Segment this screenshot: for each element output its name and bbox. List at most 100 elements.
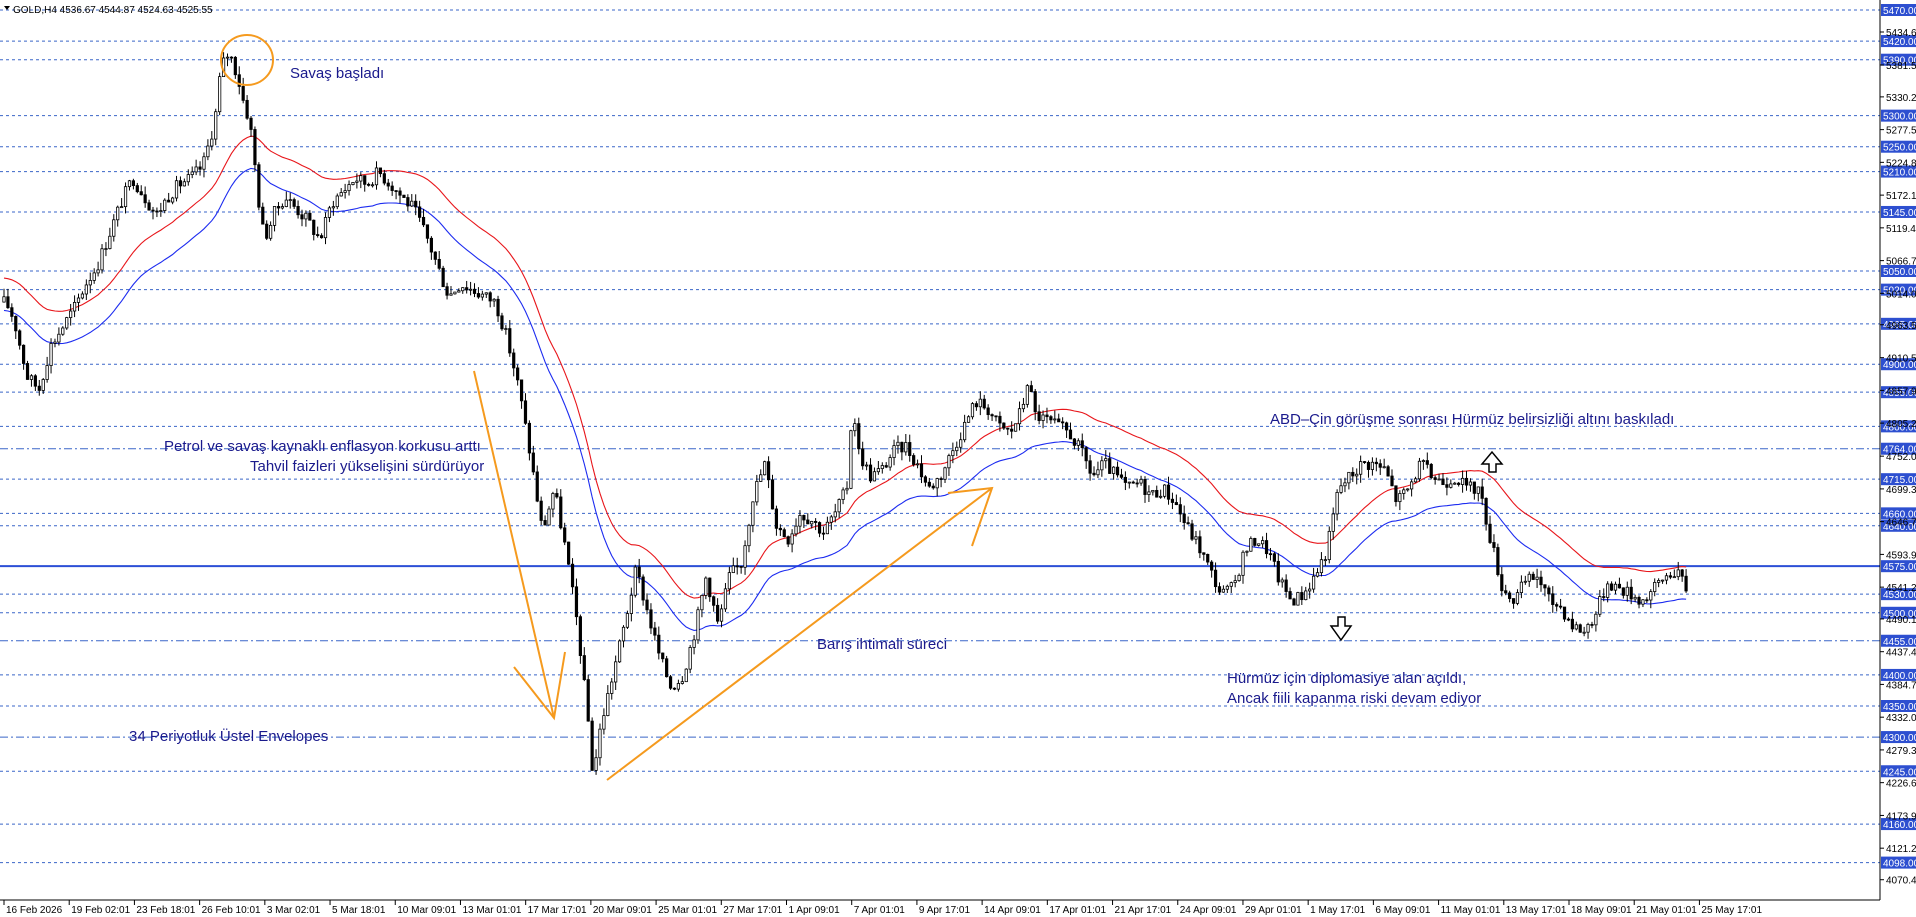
candle-body bbox=[1261, 540, 1265, 545]
time-tick-label: 21 May 01:01 bbox=[1636, 905, 1697, 916]
candle-body bbox=[1296, 592, 1300, 606]
candle-body bbox=[135, 185, 139, 193]
candle-body bbox=[998, 415, 1002, 424]
candle-body bbox=[225, 56, 230, 59]
candle-body bbox=[108, 235, 112, 249]
candle-body bbox=[492, 298, 496, 302]
candle-body bbox=[610, 681, 614, 694]
candle-body bbox=[1374, 461, 1378, 465]
candle-body bbox=[563, 527, 567, 543]
annotation-envelopes: 34 Periyotluk Üstel Envelopes bbox=[129, 727, 328, 745]
candle-body bbox=[468, 288, 473, 291]
candle-body bbox=[147, 202, 151, 211]
candle-body bbox=[1617, 583, 1622, 589]
candle-body bbox=[735, 565, 739, 568]
candle-body bbox=[641, 576, 645, 601]
candle-body bbox=[574, 586, 579, 618]
candle-body bbox=[343, 190, 347, 193]
time-tick-label: 13 May 17:01 bbox=[1506, 905, 1567, 916]
candle-body bbox=[437, 258, 441, 269]
candle-body bbox=[567, 541, 571, 565]
candle-body bbox=[1676, 569, 1680, 578]
candle-body bbox=[661, 652, 665, 660]
price-tick-label: 5172.10 bbox=[1886, 191, 1916, 202]
candle-body bbox=[1641, 599, 1645, 605]
candle-body bbox=[167, 199, 171, 203]
time-tick-label: 23 Feb 18:01 bbox=[136, 905, 195, 916]
candle-body bbox=[1343, 482, 1347, 487]
candle-body bbox=[519, 379, 524, 402]
candle-body bbox=[872, 471, 877, 482]
candle-body bbox=[257, 164, 261, 208]
candle-body bbox=[1547, 587, 1551, 595]
candle-body bbox=[1174, 502, 1178, 506]
candle-body bbox=[241, 86, 245, 101]
candle-body bbox=[892, 445, 896, 459]
candle-body bbox=[210, 138, 214, 147]
candle-body bbox=[935, 478, 939, 489]
price-tick-label: 4226.65 bbox=[1886, 779, 1916, 790]
price-tick-label: 4646.70 bbox=[1886, 518, 1916, 529]
candle-body bbox=[959, 439, 963, 448]
candle-body bbox=[190, 171, 194, 176]
candle-body bbox=[1586, 624, 1590, 633]
candle-body bbox=[292, 199, 296, 207]
candle-body bbox=[755, 481, 759, 503]
candle-body bbox=[582, 655, 586, 680]
candle-body bbox=[1025, 385, 1029, 405]
candle-body bbox=[1006, 427, 1010, 430]
candle-body bbox=[112, 219, 116, 237]
candle-body bbox=[790, 533, 794, 545]
candle-body bbox=[1602, 596, 1606, 598]
candle-body bbox=[69, 310, 73, 318]
candle-body bbox=[1288, 591, 1292, 600]
candle-body bbox=[774, 508, 779, 529]
candle-body bbox=[194, 166, 198, 173]
time-tick-label: 14 Apr 09:01 bbox=[984, 905, 1041, 916]
candle-body bbox=[1186, 522, 1190, 525]
candle-body bbox=[1370, 461, 1375, 470]
candle-body bbox=[543, 520, 547, 526]
candle-body bbox=[1272, 553, 1276, 562]
candle-body bbox=[453, 291, 457, 295]
candle-body bbox=[633, 566, 637, 596]
candle-body bbox=[500, 315, 504, 330]
candle-body bbox=[1304, 590, 1308, 601]
candle-body bbox=[896, 441, 900, 447]
candle-body bbox=[1264, 540, 1269, 555]
candle-body bbox=[6, 296, 10, 309]
candle-body bbox=[833, 511, 837, 518]
candle-body bbox=[1362, 461, 1367, 463]
candle-body bbox=[382, 173, 386, 184]
candle-body bbox=[163, 199, 167, 211]
candle-body bbox=[559, 496, 563, 529]
candle-body bbox=[1049, 416, 1053, 421]
candle-body bbox=[1402, 489, 1406, 494]
candle-body bbox=[1668, 575, 1672, 578]
candle-body bbox=[312, 219, 316, 235]
candle-body bbox=[1104, 458, 1108, 462]
candle-body bbox=[449, 293, 453, 296]
price-tick-label: 5119.45 bbox=[1886, 224, 1916, 235]
candle-body bbox=[1351, 471, 1355, 477]
price-tick-label: 4857.90 bbox=[1886, 386, 1916, 397]
candle-body bbox=[857, 423, 861, 450]
candle-body bbox=[1159, 495, 1163, 498]
candle-body bbox=[770, 479, 775, 510]
candle-body bbox=[504, 328, 508, 330]
candle-body bbox=[1108, 458, 1112, 474]
candle-body bbox=[1276, 560, 1280, 583]
candle-body bbox=[665, 658, 669, 678]
candle-body bbox=[296, 205, 300, 216]
candle-body bbox=[1112, 466, 1116, 474]
candle-body bbox=[570, 563, 575, 588]
level-label: 4455.00 bbox=[1883, 637, 1916, 648]
candle-body bbox=[637, 566, 641, 578]
candle-body bbox=[1017, 408, 1022, 425]
time-tick-label: 29 Apr 01:01 bbox=[1245, 905, 1302, 916]
candle-body bbox=[908, 442, 912, 456]
candle-body bbox=[704, 577, 708, 596]
price-tick-label: 5224.85 bbox=[1886, 158, 1916, 169]
candle-body bbox=[551, 493, 555, 510]
candle-body bbox=[363, 175, 367, 185]
